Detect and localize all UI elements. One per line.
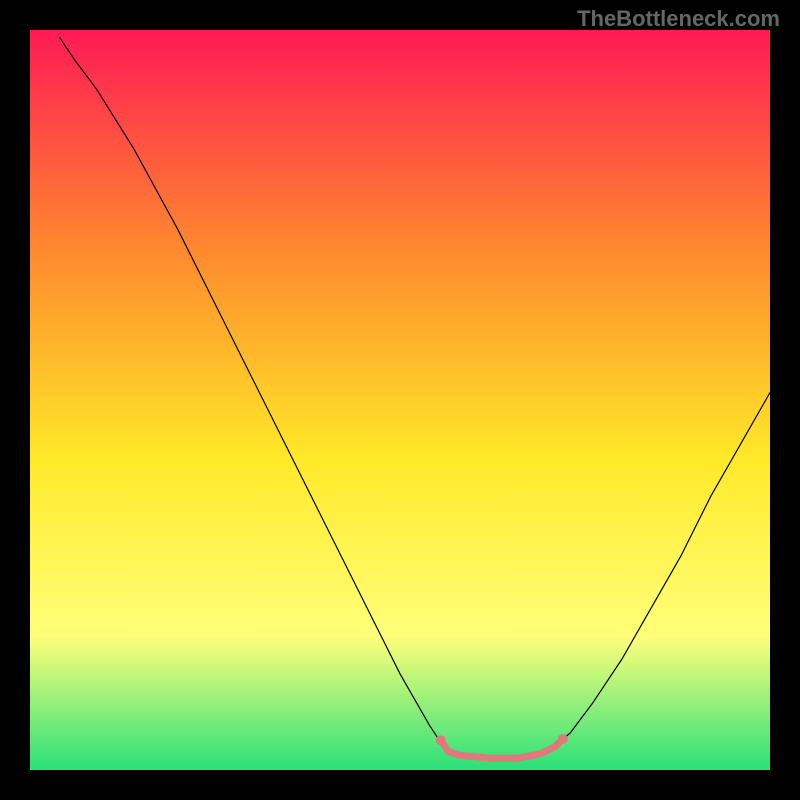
chart-svg	[30, 30, 770, 770]
chart-container: TheBottleneck.com	[0, 0, 800, 800]
chart-background	[30, 30, 770, 770]
highlight-dot	[558, 734, 568, 744]
highlight-dot	[436, 735, 446, 745]
plot-area	[30, 30, 770, 770]
watermark-text: TheBottleneck.com	[577, 6, 780, 32]
